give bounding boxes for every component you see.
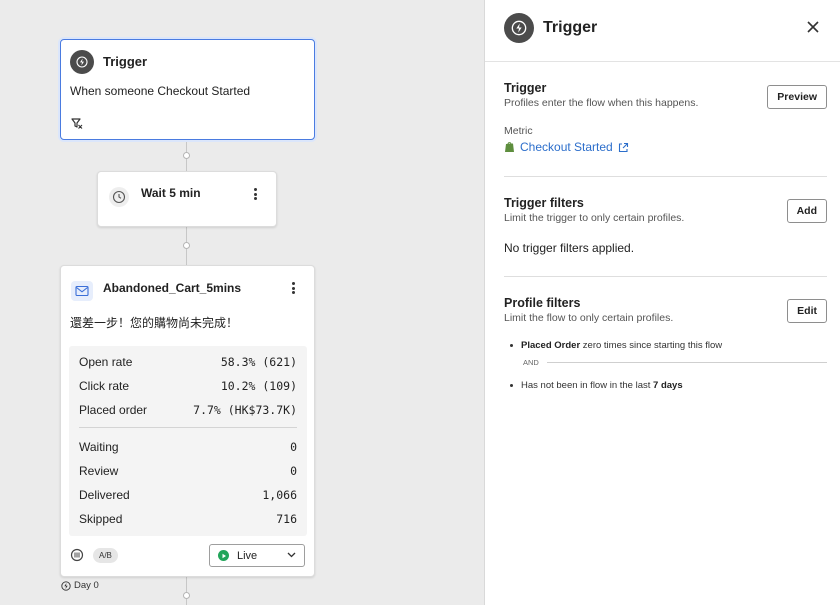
stat-label: Placed order [79, 403, 148, 417]
more-options-button[interactable] [248, 186, 262, 202]
wait-node-title: Wait 5 min [141, 186, 201, 200]
section-title: Trigger filters [504, 196, 584, 210]
stat-value: 0 [290, 440, 297, 454]
stat-row-delivered: Delivered 1,066 [79, 488, 297, 506]
lightning-icon [504, 13, 534, 43]
close-icon[interactable] [806, 20, 820, 34]
preview-button[interactable]: Preview [767, 85, 827, 109]
stat-label: Review [79, 464, 119, 478]
chevron-down-icon [287, 552, 296, 558]
section-divider [504, 276, 827, 277]
lightning-icon [61, 580, 71, 591]
stat-label: Delivered [79, 488, 130, 502]
flow-canvas[interactable]: Trigger When someone Checkout Started Wa… [0, 0, 484, 605]
trigger-node-title: Trigger [103, 54, 148, 69]
metric-label: Metric [504, 125, 533, 137]
profile-filter-condition: Has not been in flow in the last 7 days [504, 380, 683, 391]
stats-divider [79, 427, 297, 428]
lightning-icon [70, 50, 94, 74]
connector-line [186, 577, 187, 605]
live-status-icon [218, 550, 229, 561]
mail-icon [71, 281, 93, 301]
wait-node[interactable]: Wait 5 min [97, 171, 277, 227]
section-subtitle: Limit the trigger to only certain profil… [504, 212, 685, 224]
add-trigger-filter-button[interactable]: Add [786, 199, 827, 223]
email-stats-panel: Open rate 58.3% (621) Click rate 10.2% (… [69, 346, 307, 536]
stat-value: 1,066 [262, 488, 297, 502]
stat-label: Click rate [79, 379, 130, 393]
trigger-node-description: When someone Checkout Started [70, 84, 251, 98]
profile-filter-condition: Placed Order zero times since starting t… [504, 340, 722, 351]
and-label: AND [523, 357, 539, 367]
trigger-section: Trigger Profiles enter the flow when thi… [504, 81, 827, 161]
section-title: Profile filters [504, 296, 581, 310]
more-options-button[interactable] [286, 280, 300, 296]
day-label: Day 0 [61, 580, 99, 591]
filter-off-icon [70, 116, 84, 130]
day-label-text: Day 0 [74, 580, 99, 591]
status-dropdown[interactable]: Live [209, 544, 305, 567]
stat-value: 10.2% (109) [220, 379, 297, 393]
condition-duration: 7 days [653, 380, 683, 391]
stat-value: 0 [290, 464, 297, 478]
ab-badge: A/B [93, 548, 118, 563]
stat-label: Waiting [79, 440, 119, 454]
section-divider [504, 176, 827, 177]
stat-row-skipped: Skipped 716 [79, 512, 297, 530]
panel-title: Trigger [543, 19, 598, 36]
external-link-icon [618, 142, 628, 152]
connector-dot[interactable] [183, 242, 190, 249]
stat-value: 58.3% (621) [220, 355, 297, 369]
stat-value: 7.7% (HK$73.7K) [193, 403, 297, 417]
metric-value: Checkout Started [520, 140, 613, 154]
trigger-filters-section: Trigger filters Limit the trigger to onl… [504, 196, 827, 260]
no-filters-text: No trigger filters applied. [504, 241, 635, 255]
stat-row-open-rate: Open rate 58.3% (621) [79, 355, 297, 373]
stat-label: Open rate [79, 355, 133, 369]
condition-text: zero times since starting this flow [582, 340, 723, 351]
stat-row-click-rate: Click rate 10.2% (109) [79, 379, 297, 397]
email-subject: 還差一步！您的購物尚未完成！ [70, 316, 239, 330]
condition-text: Has not been in flow in the last [521, 380, 651, 391]
connector-dot[interactable] [183, 592, 190, 599]
profile-filters-section: Profile filters Limit the flow to only c… [504, 296, 827, 406]
stat-value: 716 [276, 512, 297, 526]
ab-test-icon[interactable] [70, 548, 84, 562]
stat-row-placed-order: Placed order 7.7% (HK$73.7K) [79, 403, 297, 421]
panel-header: Trigger [485, 0, 840, 62]
connector-dot[interactable] [183, 152, 190, 159]
stat-row-review: Review 0 [79, 464, 297, 482]
clock-icon [109, 187, 129, 207]
shopify-icon [505, 142, 514, 152]
trigger-node[interactable]: Trigger When someone Checkout Started [60, 39, 315, 140]
email-node[interactable]: Abandoned_Cart_5mins 還差一步！您的購物尚未完成！ Open… [60, 265, 315, 577]
stat-label: Skipped [79, 512, 123, 526]
section-subtitle: Limit the flow to only certain profiles. [504, 312, 674, 324]
status-value: Live [237, 549, 258, 562]
email-node-title: Abandoned_Cart_5mins [103, 281, 242, 295]
stat-row-waiting: Waiting 0 [79, 440, 297, 458]
email-node-footer: A/B Live [70, 544, 305, 568]
metric-link[interactable]: Checkout Started [504, 140, 629, 154]
trigger-settings-panel: Trigger Trigger Profiles enter the flow … [484, 0, 840, 605]
and-separator: AND [523, 356, 827, 368]
edit-profile-filters-button[interactable]: Edit [787, 299, 827, 323]
condition-metric: Placed Order [521, 340, 581, 351]
